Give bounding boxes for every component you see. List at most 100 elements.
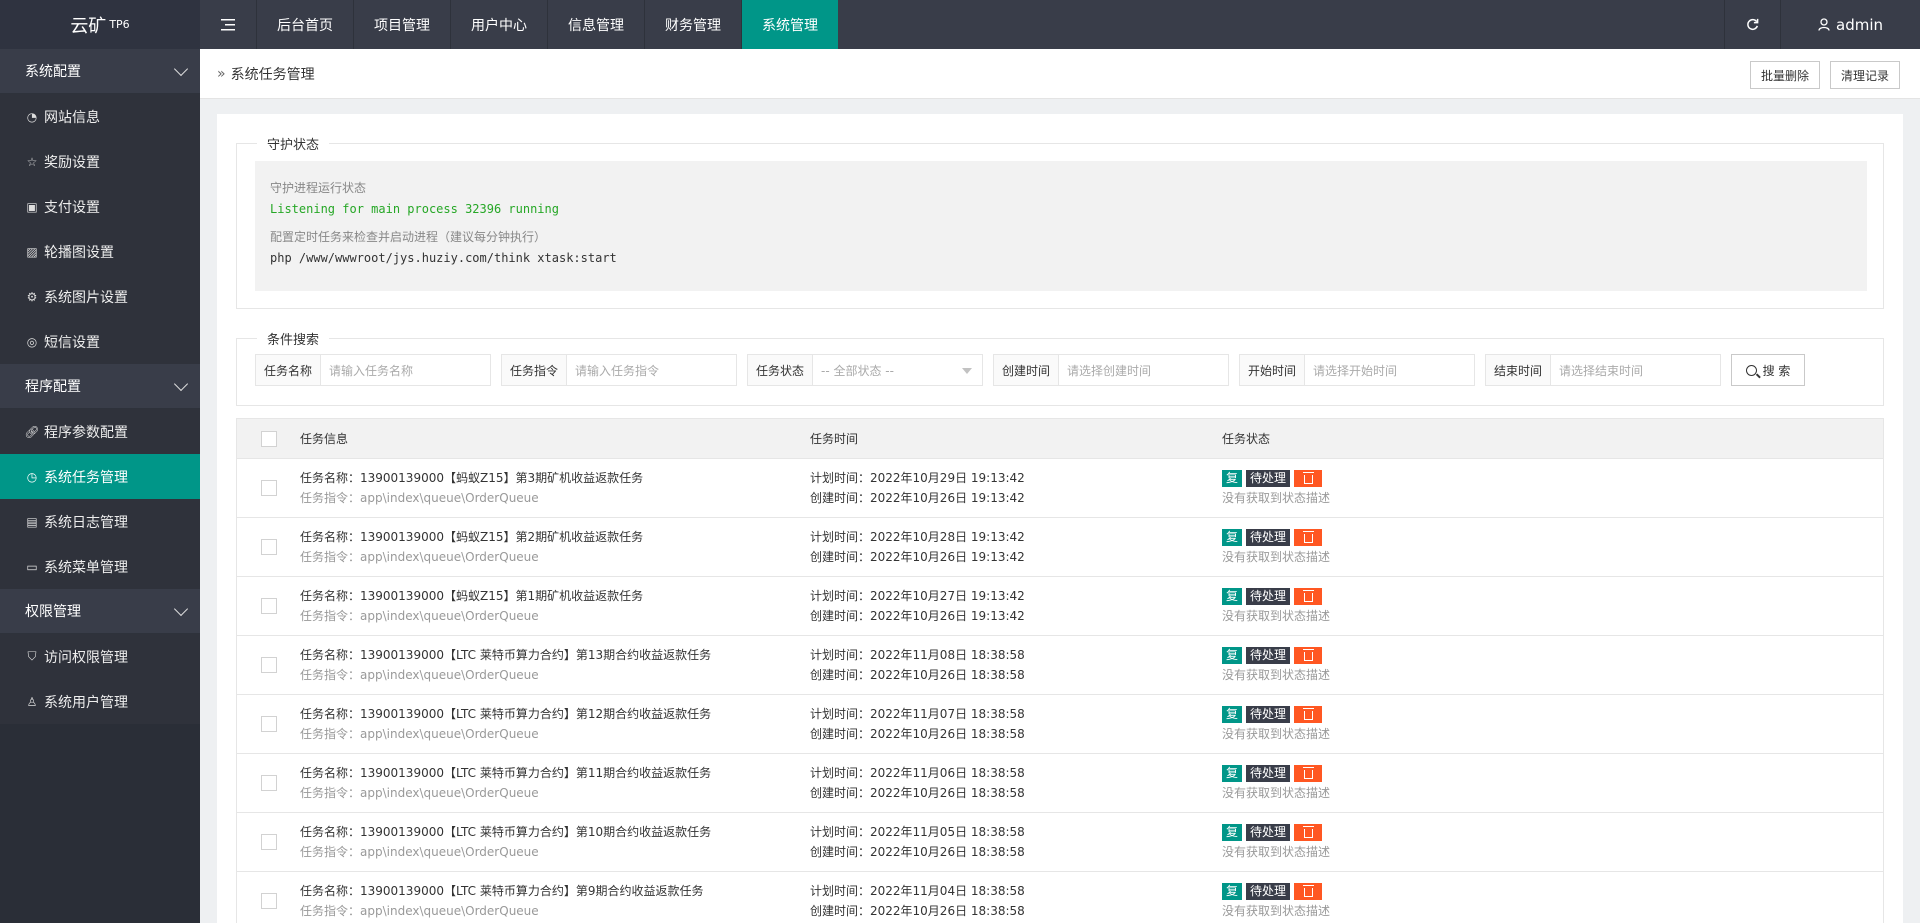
row-checkbox-cell xyxy=(237,775,300,791)
copy-task-button[interactable]: 复 xyxy=(1222,646,1243,664)
copy-task-button[interactable]: 复 xyxy=(1222,528,1243,546)
row-checkbox[interactable] xyxy=(260,657,277,673)
batch-delete-button[interactable]: 批量删除 xyxy=(1749,61,1820,89)
nav-finance[interactable]: 财务管理 xyxy=(644,0,741,49)
row-checkbox[interactable] xyxy=(260,716,277,732)
status-tags: 复 待处理 xyxy=(1222,586,1883,606)
nav-home[interactable]: 后台首页 xyxy=(256,0,353,49)
sidebar-item-site-info[interactable]: ◔ 网站信息 xyxy=(0,94,200,139)
sidebar-group-permissions[interactable]: 权限管理 xyxy=(0,589,200,634)
copy-task-button[interactable]: 复 xyxy=(1222,469,1243,487)
app-name: 云矿 xyxy=(70,15,107,37)
task-command-label: 任务指令 xyxy=(502,355,568,385)
task-plan-time: 计划时间：2022年10月27日 19:13:42 xyxy=(810,589,1025,603)
menu-toggle-button[interactable] xyxy=(200,0,256,49)
copy-task-button[interactable]: 复 xyxy=(1222,882,1243,900)
select-all-checkbox[interactable] xyxy=(260,430,277,447)
delete-task-button[interactable] xyxy=(1294,646,1323,664)
task-status-value: -- 全部状态 -- xyxy=(821,363,894,378)
copy-task-button[interactable]: 复 xyxy=(1222,823,1243,841)
task-status-cell: 复 待处理 没有获取到状态描述 xyxy=(1222,763,1883,803)
delete-task-button[interactable] xyxy=(1294,764,1323,782)
task-name-input[interactable]: 请输入任务名称 xyxy=(321,355,490,385)
search-button-label: 搜 索 xyxy=(1762,363,1791,378)
task-name: 任务名称：13900139000【LTC 莱特币算力合约】第11期合约收益返款任… xyxy=(300,766,712,780)
sidebar-item-access-permissions[interactable]: ⛉ 访问权限管理 xyxy=(0,634,200,679)
sidebar-item-label: 奖励设置 xyxy=(44,154,100,171)
end-time-input[interactable]: 请选择结束时间 xyxy=(1551,355,1720,385)
task-info-cell: 任务名称：13900139000【LTC 莱特币算力合约】第11期合约收益返款任… xyxy=(300,763,810,803)
row-checkbox-cell xyxy=(237,480,300,496)
delete-task-button[interactable] xyxy=(1294,469,1323,487)
create-time-input[interactable]: 请选择创建时间 xyxy=(1059,355,1228,385)
nav-system[interactable]: 系统管理 xyxy=(741,0,838,49)
copy-task-button[interactable]: 复 xyxy=(1222,764,1243,782)
task-created-time: 创建时间：2022年10月26日 19:13:42 xyxy=(810,550,1025,564)
nav-info[interactable]: 信息管理 xyxy=(547,0,644,49)
table-row: 任务名称：13900139000【蚂蚁Z15】第2期矿机收益返款任务 任务指令：… xyxy=(237,518,1883,577)
row-checkbox[interactable] xyxy=(260,834,277,850)
sidebar-item-system-tasks[interactable]: ◷ 系统任务管理 xyxy=(0,454,200,499)
delete-task-button[interactable] xyxy=(1294,587,1323,605)
row-checkbox[interactable] xyxy=(260,775,277,791)
sidebar-item-system-logs[interactable]: ▤ 系统日志管理 xyxy=(0,499,200,544)
search-legend: 条件搜索 xyxy=(267,333,320,348)
sidebar-item-label: 系统菜单管理 xyxy=(44,559,128,576)
status-badge: 待处理 xyxy=(1246,882,1291,900)
trash-icon xyxy=(1302,530,1314,543)
sidebar-item-carousel[interactable]: ▨ 轮播图设置 xyxy=(0,229,200,274)
main-area: » 系统任务管理 批量删除 清理记录 守护状态 守护进程运行状态 Listeni… xyxy=(200,49,1920,923)
sidebar-item-reward[interactable]: ☆ 奖励设置 xyxy=(0,139,200,184)
row-checkbox[interactable] xyxy=(260,598,277,614)
sidebar-item-payment[interactable]: ▣ 支付设置 xyxy=(0,184,200,229)
task-info-cell: 任务名称：13900139000【LTC 莱特币算力合约】第10期合约收益返款任… xyxy=(300,822,810,862)
row-checkbox[interactable] xyxy=(260,539,277,555)
task-command-field: 任务指令 请输入任务指令 xyxy=(501,354,737,386)
sidebar-item-system-menus[interactable]: ▭ 系统菜单管理 xyxy=(0,544,200,589)
task-command-input[interactable]: 请输入任务指令 xyxy=(567,355,736,385)
task-command: 任务指令：app\index\queue\OrderQueue xyxy=(300,609,539,623)
delete-task-button[interactable] xyxy=(1294,705,1323,723)
shield-icon: ⛉ xyxy=(27,649,37,663)
table-row: 任务名称：13900139000【蚂蚁Z15】第3期矿机收益返款任务 任务指令：… xyxy=(237,459,1883,518)
sidebar-item-sms[interactable]: ◎ 短信设置 xyxy=(0,319,200,364)
status-description: 没有获取到状态描述 xyxy=(1222,727,1331,741)
refresh-button[interactable] xyxy=(1724,0,1780,49)
page-title: 系统任务管理 xyxy=(230,66,315,83)
sidebar-item-label: 支付设置 xyxy=(44,199,100,216)
sidebar: 云矿 TP6 系统配置 ◔ 网站信息 ☆ 奖励设置 ▣ 支付设置 ▨ 轮播图设置 ⚙ 系统图… xyxy=(0,0,200,923)
copy-task-button[interactable]: 复 xyxy=(1222,587,1243,605)
sidebar-item-program-params[interactable]: 🔗︎ 程序参数配置 xyxy=(0,409,200,454)
sidebar-group-program-config[interactable]: 程序配置 xyxy=(0,364,200,409)
copy-task-button[interactable]: 复 xyxy=(1222,705,1243,723)
nav-projects[interactable]: 项目管理 xyxy=(353,0,450,49)
delete-task-button[interactable] xyxy=(1294,882,1323,900)
task-status-select[interactable]: -- 全部状态 -- xyxy=(813,355,982,385)
task-time-cell: 计划时间：2022年10月27日 19:13:42 创建时间：2022年10月2… xyxy=(810,586,1222,626)
status-tags: 复 待处理 xyxy=(1222,881,1883,901)
status-badge: 待处理 xyxy=(1246,823,1291,841)
delete-task-button[interactable] xyxy=(1294,823,1323,841)
status-tags: 复 待处理 xyxy=(1222,704,1883,724)
task-name: 任务名称：13900139000【蚂蚁Z15】第1期矿机收益返款任务 xyxy=(300,589,644,603)
sidebar-group-label: 程序配置 xyxy=(25,379,81,395)
row-checkbox-cell xyxy=(237,657,300,673)
nav-users[interactable]: 用户中心 xyxy=(450,0,547,49)
task-plan-time: 计划时间：2022年11月07日 18:38:58 xyxy=(810,707,1025,721)
table-row: 任务名称：13900139000【LTC 莱特币算力合约】第10期合约收益返款任… xyxy=(237,813,1883,872)
app-logo[interactable]: 云矿 TP6 xyxy=(0,0,200,49)
sidebar-item-system-users[interactable]: ♙ 系统用户管理 xyxy=(0,679,200,724)
clear-log-button[interactable]: 清理记录 xyxy=(1829,61,1900,89)
task-name: 任务名称：13900139000【LTC 莱特币算力合约】第10期合约收益返款任… xyxy=(300,825,712,839)
row-checkbox[interactable] xyxy=(260,893,277,909)
user-menu[interactable]: admin xyxy=(1780,0,1920,49)
row-checkbox[interactable] xyxy=(260,480,277,496)
sidebar-group-system-config[interactable]: 系统配置 xyxy=(0,49,200,94)
task-plan-time: 计划时间：2022年11月06日 18:38:58 xyxy=(810,766,1025,780)
delete-task-button[interactable] xyxy=(1294,528,1323,546)
status-tags: 复 待处理 xyxy=(1222,763,1883,783)
log-icon: ▤ xyxy=(26,514,38,529)
start-time-input[interactable]: 请选择开始时间 xyxy=(1305,355,1474,385)
sidebar-item-system-images[interactable]: ⚙ 系统图片设置 xyxy=(0,274,200,319)
search-button[interactable]: 搜 索 xyxy=(1731,354,1805,386)
